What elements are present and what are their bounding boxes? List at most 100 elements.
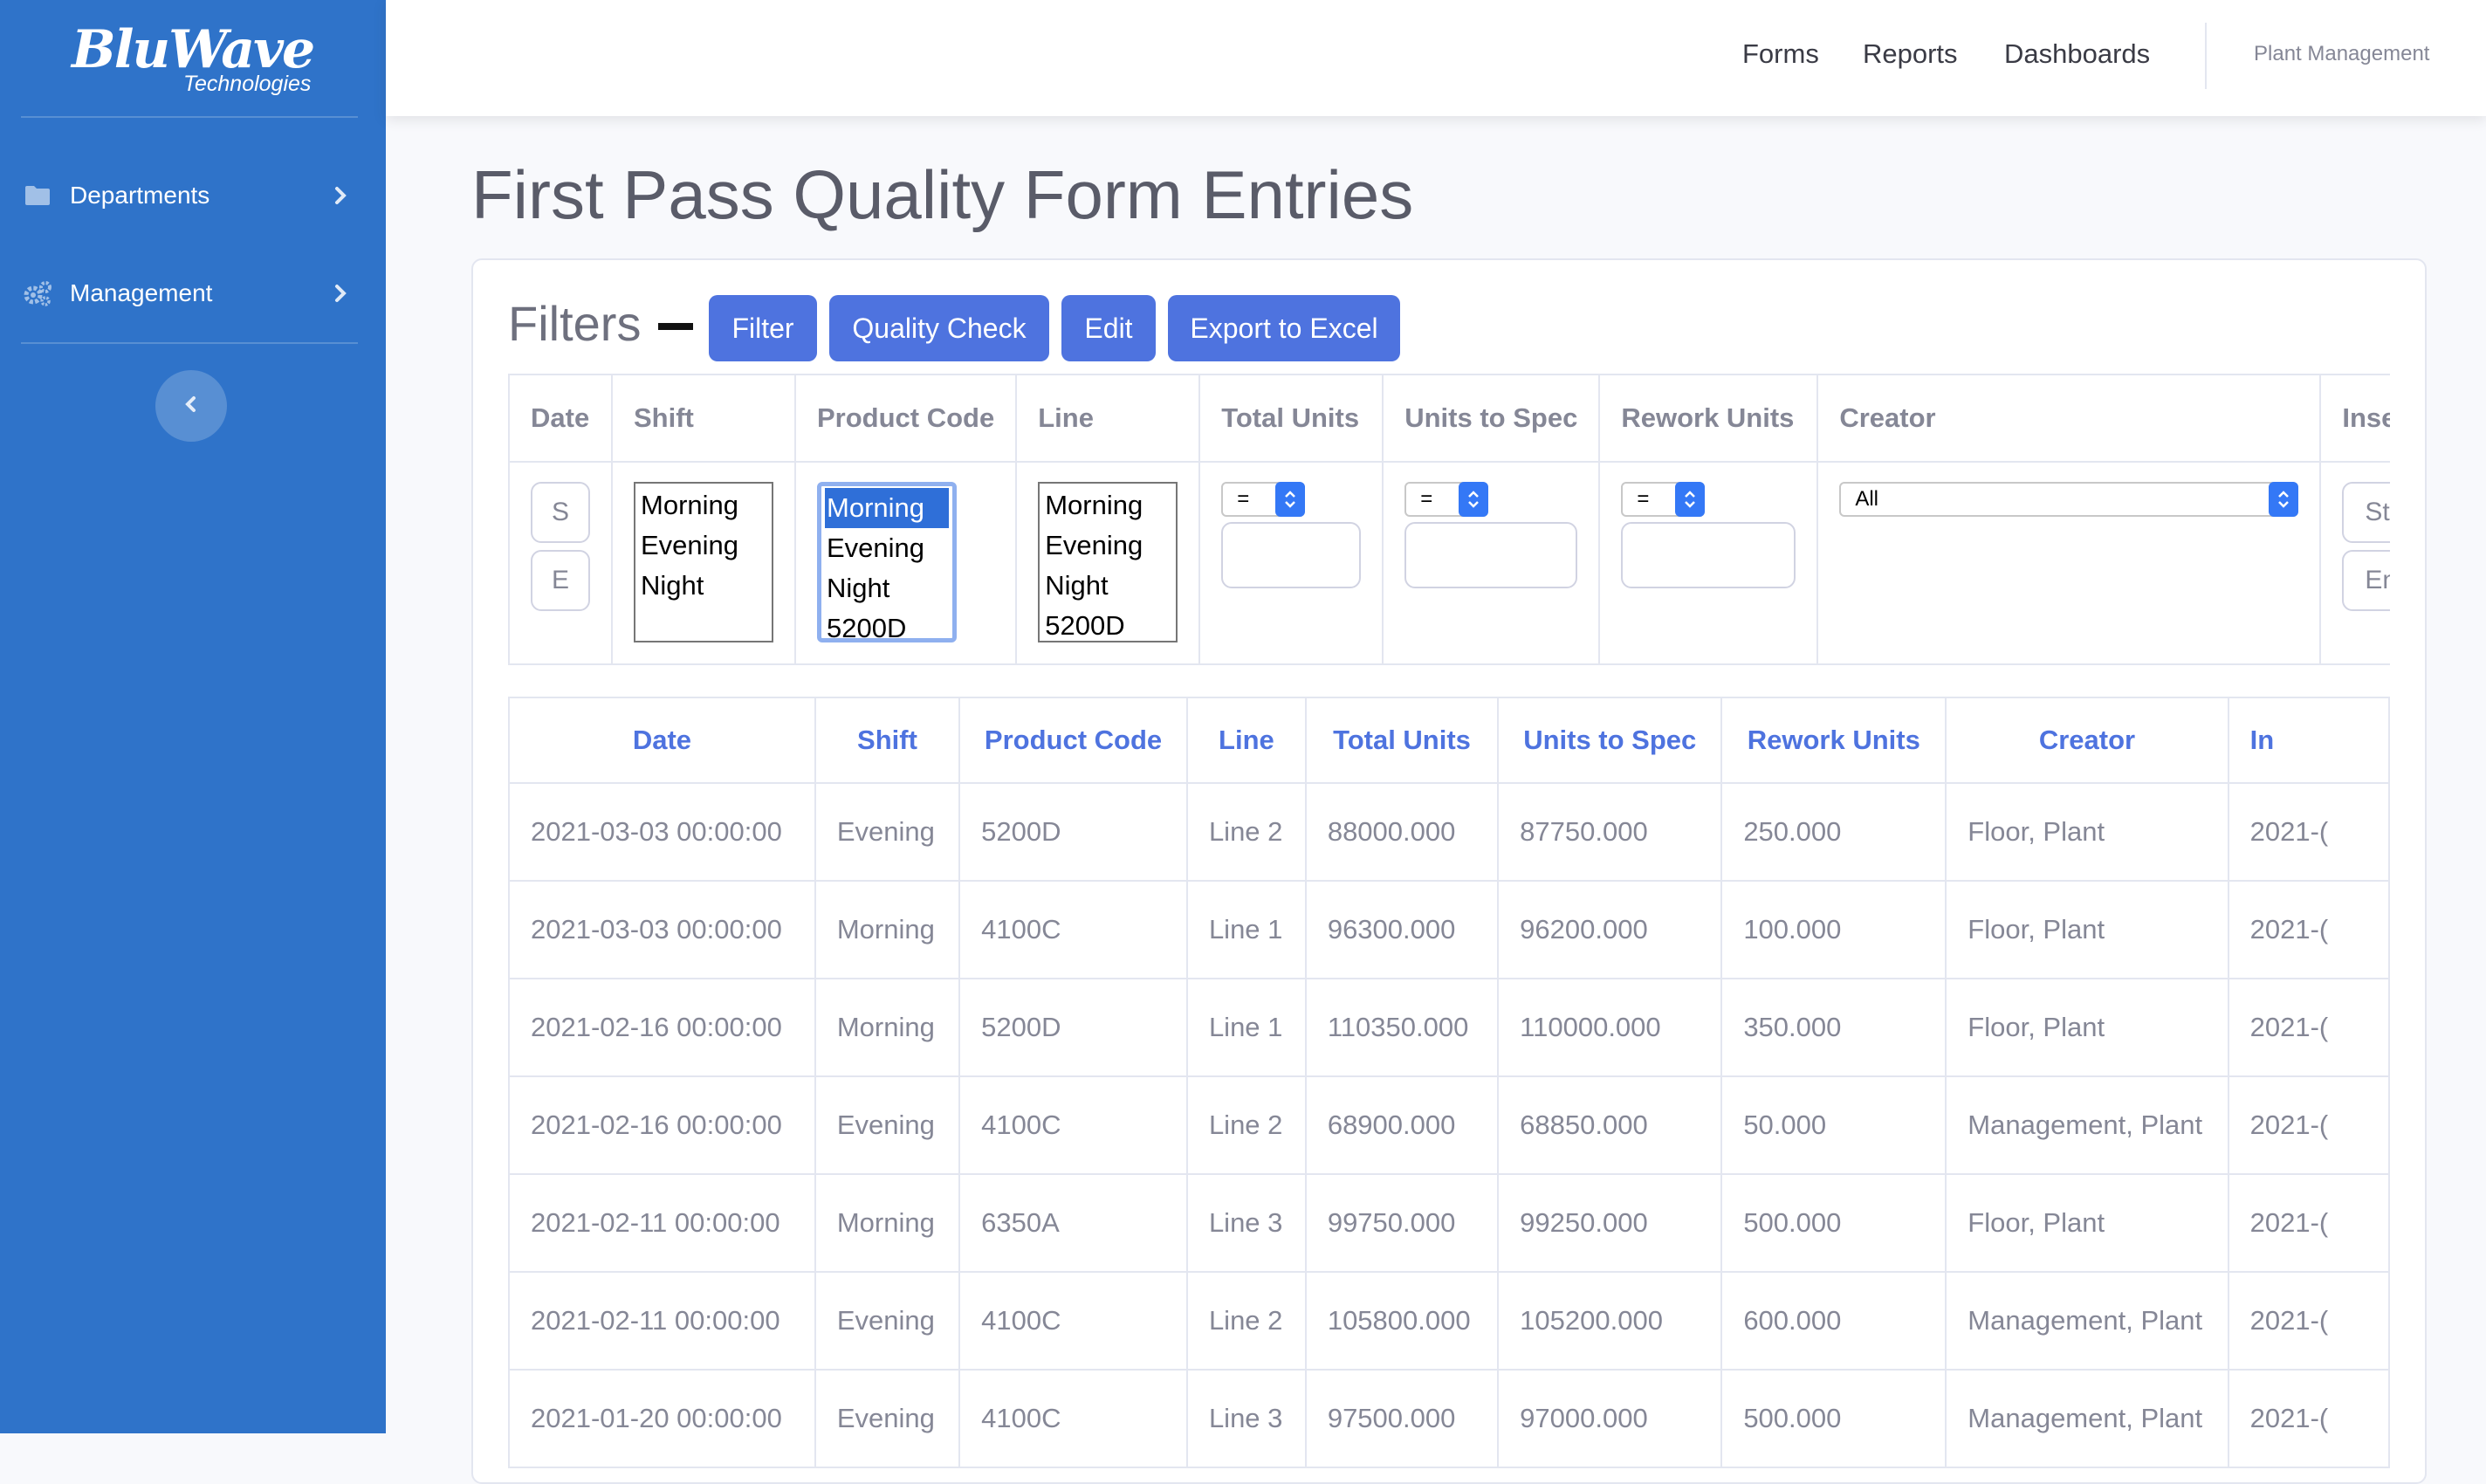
collapse-icon[interactable] — [658, 323, 693, 330]
edit-button[interactable]: Edit — [1061, 295, 1156, 361]
sidebar-item-management[interactable]: Management — [23, 267, 354, 319]
product-filter-cell: Morning Evening Night 5200D — [793, 461, 1018, 665]
total-units-operator-select[interactable]: = — [1221, 482, 1306, 517]
table-cell: 99750.000 — [1304, 1173, 1500, 1273]
date-end-button[interactable]: E — [531, 550, 590, 611]
sidebar-toggle-button[interactable] — [155, 370, 227, 442]
nav-reports[interactable]: Reports — [1863, 38, 1958, 70]
brand-tagline: Technologies — [183, 72, 312, 96]
table-cell: Line 1 — [1185, 978, 1307, 1077]
table-cell: 2021-( — [2227, 1075, 2390, 1175]
table-row[interactable]: 2021-03-03 00:00:00 Morning 4100C Line 1 963… — [508, 880, 2390, 979]
export-excel-button[interactable]: Export to Excel — [1168, 295, 1400, 361]
table-cell: 6350A — [958, 1173, 1188, 1273]
table-cell: Evening — [814, 1369, 961, 1468]
filter-col-line: Line — [1015, 374, 1201, 463]
filter-table-wrapper: Date Shift Product Code Line Total Units… — [508, 374, 2390, 667]
filter-button[interactable]: Filter — [709, 295, 817, 361]
total-units-input[interactable] — [1221, 522, 1362, 588]
table-cell: 4100C — [958, 1075, 1188, 1175]
listbox-option[interactable]: Night — [639, 566, 768, 606]
product-code-listbox[interactable]: Morning Evening Night 5200D — [817, 482, 957, 642]
table-cell: 50.000 — [1720, 1075, 1947, 1175]
listbox-option[interactable]: 5200D — [825, 608, 949, 638]
table-cell: Morning — [814, 880, 961, 979]
listbox-option[interactable]: Evening — [1043, 526, 1172, 566]
line-listbox[interactable]: Morning Evening Night 5200D — [1038, 482, 1178, 642]
table-cell: 2021-( — [2227, 1271, 2390, 1371]
filter-col-inserted: Inse — [2319, 374, 2390, 463]
chevron-right-icon — [326, 279, 354, 307]
select-arrows-icon — [1275, 482, 1306, 517]
table-row[interactable]: 2021-02-11 00:00:00 Evening 4100C Line 2 105… — [508, 1271, 2390, 1371]
listbox-option[interactable]: Night — [1043, 566, 1172, 606]
line-filter-cell: Morning Evening Night 5200D — [1015, 461, 1201, 665]
inserted-start-input[interactable]: St — [2342, 482, 2390, 543]
brand-logo[interactable]: BluWave Technologies — [68, 12, 330, 108]
table-cell: Morning — [814, 978, 961, 1077]
sidebar-divider — [21, 342, 358, 344]
filter-header-row: Date Shift Product Code Line Total Units… — [508, 374, 2390, 463]
select-arrows-icon — [1675, 482, 1706, 517]
column-header-rework-units[interactable]: Rework Units — [1720, 697, 1947, 784]
creator-value: All — [1855, 487, 1878, 511]
listbox-option[interactable]: 5200D — [1043, 606, 1172, 641]
filter-col-product-code: Product Code — [793, 374, 1018, 463]
filter-col-creator: Creator — [1816, 374, 2322, 463]
column-header-units-to-spec[interactable]: Units to Spec — [1497, 697, 1723, 784]
entries-card: Filters Filter Quality Check Edit Export… — [471, 258, 2427, 1484]
column-header-shift[interactable]: Shift — [814, 697, 961, 784]
table-cell: 4100C — [958, 1369, 1188, 1468]
column-header-inserted[interactable]: In — [2227, 697, 2390, 784]
filter-col-rework-units: Rework Units — [1598, 374, 1819, 463]
listbox-option[interactable]: Morning — [639, 485, 768, 526]
units-to-spec-input[interactable] — [1404, 522, 1578, 588]
table-row[interactable]: 2021-02-11 00:00:00 Morning 6350A Line 3 997… — [508, 1173, 2390, 1273]
table-cell: Line 3 — [1185, 1369, 1307, 1468]
total-units-filter-cell: = — [1198, 461, 1384, 665]
table-cell: 2021-( — [2227, 880, 2390, 979]
column-header-product-code[interactable]: Product Code — [958, 697, 1188, 784]
column-header-creator[interactable]: Creator — [1945, 697, 2229, 784]
inserted-filter-cell: St En — [2319, 461, 2390, 665]
table-cell: 110000.000 — [1497, 978, 1723, 1077]
operator-value: = — [1237, 487, 1250, 511]
table-cell: Line 2 — [1185, 782, 1307, 882]
sidebar-item-label: Departments — [70, 182, 210, 209]
chevron-left-icon — [179, 392, 203, 421]
quality-check-button[interactable]: Quality Check — [829, 295, 1049, 361]
table-row[interactable]: 2021-02-16 00:00:00 Morning 5200D Line 1 110… — [508, 978, 2390, 1077]
table-cell: Floor, Plant — [1945, 880, 2229, 979]
column-header-total-units[interactable]: Total Units — [1304, 697, 1500, 784]
inserted-end-input[interactable]: En — [2342, 550, 2390, 611]
table-row[interactable]: 2021-03-03 00:00:00 Evening 5200D Line 2 880… — [508, 782, 2390, 882]
rework-units-operator-select[interactable]: = — [1621, 482, 1706, 517]
rework-units-input[interactable] — [1621, 522, 1796, 588]
table-cell: Evening — [814, 1075, 961, 1175]
operator-value: = — [1637, 487, 1650, 511]
table-row[interactable]: 2021-01-20 00:00:00 Evening 4100C Line 3 975… — [508, 1369, 2390, 1468]
table-cell: Line 2 — [1185, 1075, 1307, 1175]
topbar: Forms Reports Dashboards Plant Managemen… — [386, 0, 2486, 116]
filter-table: Date Shift Product Code Line Total Units… — [508, 374, 2390, 665]
listbox-option-selected[interactable]: Morning — [825, 488, 949, 528]
date-filter-cell: S E — [508, 461, 613, 665]
sidebar-item-departments[interactable]: Departments — [23, 169, 354, 222]
select-arrows-icon — [1459, 482, 1489, 517]
units-to-spec-operator-select[interactable]: = — [1404, 482, 1489, 517]
nav-forms[interactable]: Forms — [1742, 38, 1819, 70]
date-start-button[interactable]: S — [531, 482, 590, 543]
table-cell: 350.000 — [1720, 978, 1947, 1077]
listbox-option[interactable]: Evening — [825, 528, 949, 568]
table-row[interactable]: 2021-02-16 00:00:00 Evening 4100C Line 2 689… — [508, 1075, 2390, 1175]
table-cell: 2021-02-16 00:00:00 — [508, 1075, 816, 1175]
column-header-line[interactable]: Line — [1185, 697, 1307, 784]
shift-listbox[interactable]: Morning Evening Night — [634, 482, 773, 642]
listbox-option[interactable]: Evening — [639, 526, 768, 566]
nav-dashboards[interactable]: Dashboards — [2004, 38, 2150, 70]
column-header-date[interactable]: Date — [508, 697, 816, 784]
user-name[interactable]: Plant Management — [2254, 42, 2429, 66]
creator-select[interactable]: All — [1839, 482, 2299, 517]
listbox-option[interactable]: Morning — [1043, 485, 1172, 526]
listbox-option[interactable]: Night — [825, 568, 949, 608]
